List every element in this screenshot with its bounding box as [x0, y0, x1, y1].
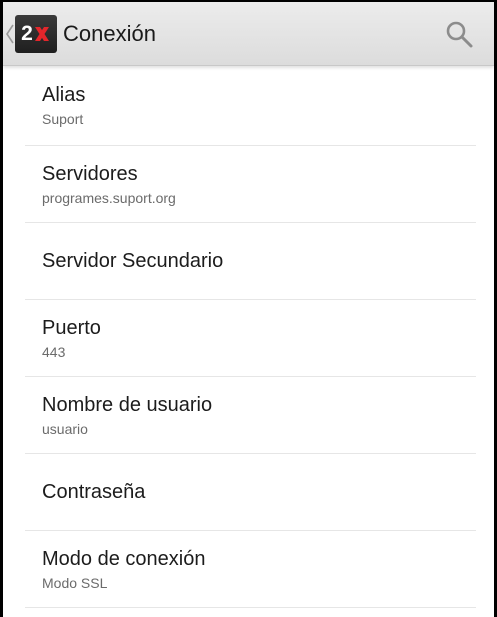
preference-title: Alias: [42, 84, 86, 107]
preference-item-servidores[interactable]: Servidores programes.suport.org: [25, 146, 476, 223]
preference-item-modo-de-conexion[interactable]: Modo de conexión Modo SSL: [25, 531, 476, 608]
logo-text: 2: [21, 22, 33, 45]
2x-logo-icon: [33, 25, 51, 43]
search-button[interactable]: [444, 19, 474, 49]
chevron-left-icon: [5, 22, 15, 46]
up-navigation-button[interactable]: 2: [3, 2, 57, 65]
preference-summary: Suport: [42, 111, 84, 128]
app-logo: 2: [15, 14, 57, 53]
preference-title: Modo de conexión: [42, 547, 206, 570]
preference-title: Nombre de usuario: [42, 393, 213, 416]
preference-title: Puerto: [42, 316, 101, 339]
preference-title: Contraseña: [42, 481, 146, 503]
preference-summary: 443: [42, 343, 66, 360]
action-bar: 2 Conexión: [3, 2, 494, 66]
preference-item-nombre-de-usuario[interactable]: Nombre de usuario usuario: [25, 377, 476, 454]
preference-title: Servidores: [42, 162, 138, 185]
preference-item-servidor-secundario[interactable]: Servidor Secundario: [25, 223, 476, 300]
preference-summary: Modo SSL: [42, 574, 108, 591]
preference-item-puerto[interactable]: Puerto 443: [25, 300, 476, 377]
search-icon: [444, 21, 474, 53]
page-title: Conexión: [63, 20, 156, 46]
preference-item-contrasena[interactable]: Contraseña: [25, 454, 476, 531]
preference-item-alias[interactable]: Alias Suport: [25, 66, 476, 146]
preference-list: Alias Suport Servidores programes.suport…: [25, 66, 476, 608]
settings-screen: 2 Conexión Alias Suport Servidores progr…: [0, 0, 497, 617]
preference-summary: programes.suport.org: [42, 189, 176, 206]
preference-title: Servidor Secundario: [42, 250, 224, 272]
preference-summary: usuario: [42, 420, 88, 437]
